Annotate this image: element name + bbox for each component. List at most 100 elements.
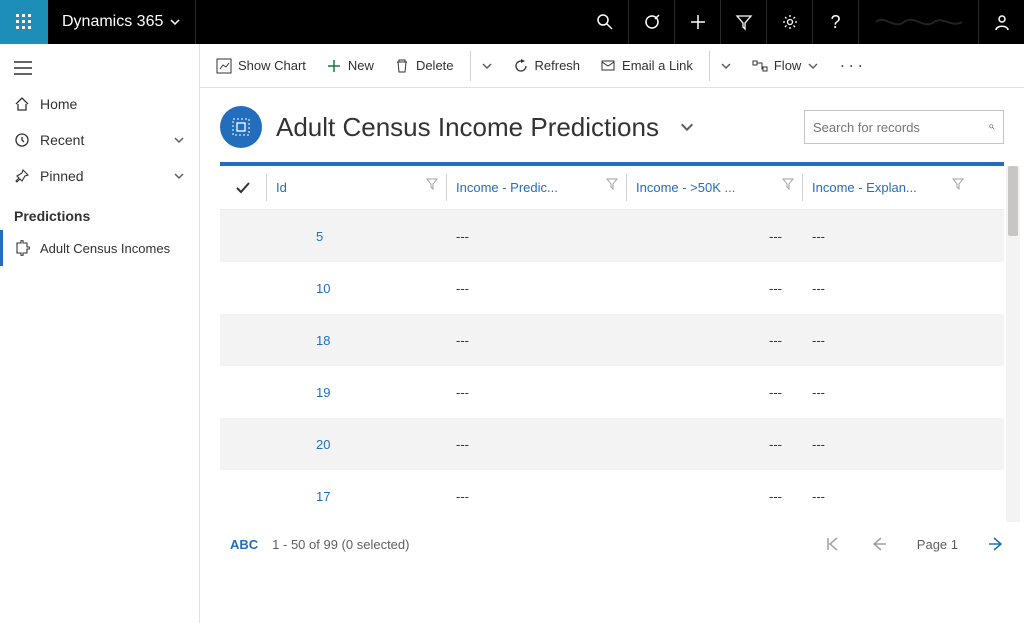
column-label: Income - Explan... [812, 180, 917, 195]
search-input[interactable] [813, 120, 989, 135]
pin-icon [14, 168, 30, 184]
settings-button[interactable] [766, 0, 812, 44]
page-title: Adult Census Income Predictions [276, 112, 659, 143]
scrollbar-thumb[interactable] [1008, 166, 1018, 236]
view-selector-chevron[interactable] [679, 119, 695, 135]
product-name: Dynamics 365 [62, 13, 163, 31]
help-button[interactable]: ? [812, 0, 858, 44]
more-commands-button[interactable]: ··· [833, 51, 872, 81]
filter-icon[interactable] [426, 178, 438, 190]
page-label: Page 1 [917, 537, 958, 552]
cell-prediction: --- [446, 385, 626, 400]
record-search[interactable] [804, 110, 1004, 144]
cmd-label: Delete [416, 58, 454, 73]
sidebar-item-adult-census[interactable]: Adult Census Incomes [0, 230, 199, 266]
sidebar-toggle[interactable] [0, 50, 199, 86]
topbar-actions: ? [582, 0, 1024, 44]
cell-gt50k: --- [626, 281, 802, 296]
page-header: Adult Census Income Predictions [200, 88, 1024, 162]
sidebar-item-recent[interactable]: Recent [0, 122, 199, 158]
flow-button[interactable]: Flow [746, 51, 825, 81]
gear-icon [781, 13, 799, 31]
filter-icon[interactable] [952, 178, 964, 190]
column-label: Income - Predic... [456, 180, 558, 195]
command-bar: Show Chart New Delete Refresh Email a Li… [200, 44, 1024, 88]
question-icon: ? [830, 12, 840, 33]
alpha-filter-button[interactable]: ABC [220, 537, 258, 552]
scribble-icon [874, 12, 964, 32]
user-signature [858, 0, 978, 44]
data-grid: Id Income - Predic... Income - >50K ... … [220, 162, 1004, 522]
cell-gt50k: --- [626, 489, 802, 504]
table-row[interactable]: 10--------- [220, 262, 1004, 314]
table-row[interactable]: 19--------- [220, 366, 1004, 418]
table-row[interactable]: 17--------- [220, 470, 1004, 522]
person-icon [993, 13, 1011, 31]
assistant-button[interactable] [628, 0, 674, 44]
column-header-prediction[interactable]: Income - Predic... [446, 166, 626, 209]
prev-page-button[interactable] [871, 536, 887, 552]
cell-prediction: --- [446, 281, 626, 296]
cell-gt50k: --- [626, 385, 802, 400]
column-header-gt50k[interactable]: Income - >50K ... [626, 166, 802, 209]
arrow-right-icon [988, 536, 1004, 552]
show-chart-button[interactable]: Show Chart [210, 51, 312, 81]
table-row[interactable]: 5--------- [220, 210, 1004, 262]
app-launcher-button[interactable] [0, 0, 48, 44]
cell-id[interactable]: 10 [266, 281, 446, 296]
hamburger-icon [14, 61, 32, 75]
column-label: Id [276, 180, 287, 195]
new-button[interactable]: New [320, 51, 380, 81]
refresh-button[interactable]: Refresh [507, 51, 587, 81]
grid-scrollbar[interactable] [1006, 166, 1020, 522]
cell-id[interactable]: 5 [266, 229, 446, 244]
table-row[interactable]: 18--------- [220, 314, 1004, 366]
product-switcher[interactable]: Dynamics 365 [48, 0, 196, 44]
cell-id[interactable]: 18 [266, 333, 446, 348]
next-page-button[interactable] [988, 536, 1004, 552]
cell-explanation: --- [802, 229, 972, 244]
cell-id[interactable]: 20 [266, 437, 446, 452]
sidebar-section-label: Predictions [0, 194, 199, 230]
filter-button[interactable] [720, 0, 766, 44]
search-button[interactable] [582, 0, 628, 44]
add-button[interactable] [674, 0, 720, 44]
column-label: Income - >50K ... [636, 180, 735, 195]
waffle-icon [16, 14, 32, 30]
clock-icon [14, 132, 30, 148]
sidebar-item-pinned[interactable]: Pinned [0, 158, 199, 194]
cmd-label: New [348, 58, 374, 73]
sidebar-item-home[interactable]: Home [0, 86, 199, 122]
delete-split-chevron[interactable] [470, 51, 499, 81]
first-page-button[interactable] [825, 536, 841, 552]
cell-id[interactable]: 17 [266, 489, 446, 504]
record-range-label: 1 - 50 of 99 (0 selected) [272, 537, 409, 552]
table-row[interactable]: 20--------- [220, 418, 1004, 470]
filter-icon[interactable] [606, 178, 618, 190]
first-page-icon [825, 536, 841, 552]
grid-header: Id Income - Predic... Income - >50K ... … [220, 166, 1004, 210]
plus-icon [326, 58, 342, 74]
search-icon [989, 119, 995, 135]
cmd-label: Refresh [535, 58, 581, 73]
sidebar-item-label: Adult Census Incomes [40, 241, 170, 256]
chevron-down-icon [169, 16, 181, 28]
chevron-down-icon [173, 170, 185, 182]
cell-id[interactable]: 19 [266, 385, 446, 400]
column-select-all[interactable] [220, 166, 266, 209]
delete-button[interactable]: Delete [388, 51, 460, 81]
column-header-explanation[interactable]: Income - Explan... [802, 166, 972, 209]
filter-icon[interactable] [782, 178, 794, 190]
column-header-id[interactable]: Id [266, 166, 446, 209]
cell-prediction: --- [446, 489, 626, 504]
funnel-icon [735, 13, 753, 31]
chart-icon [216, 58, 232, 74]
email-link-button[interactable]: Email a Link [594, 51, 699, 81]
entity-avatar [220, 106, 262, 148]
cell-explanation: --- [802, 385, 972, 400]
grid-body: 5---------10---------18---------19------… [220, 210, 1004, 522]
user-profile-button[interactable] [978, 0, 1024, 44]
pager: Page 1 [825, 536, 1004, 552]
email-split-chevron[interactable] [709, 51, 738, 81]
sidebar: Home Recent Pinned Predictions Adult Cen… [0, 44, 200, 623]
